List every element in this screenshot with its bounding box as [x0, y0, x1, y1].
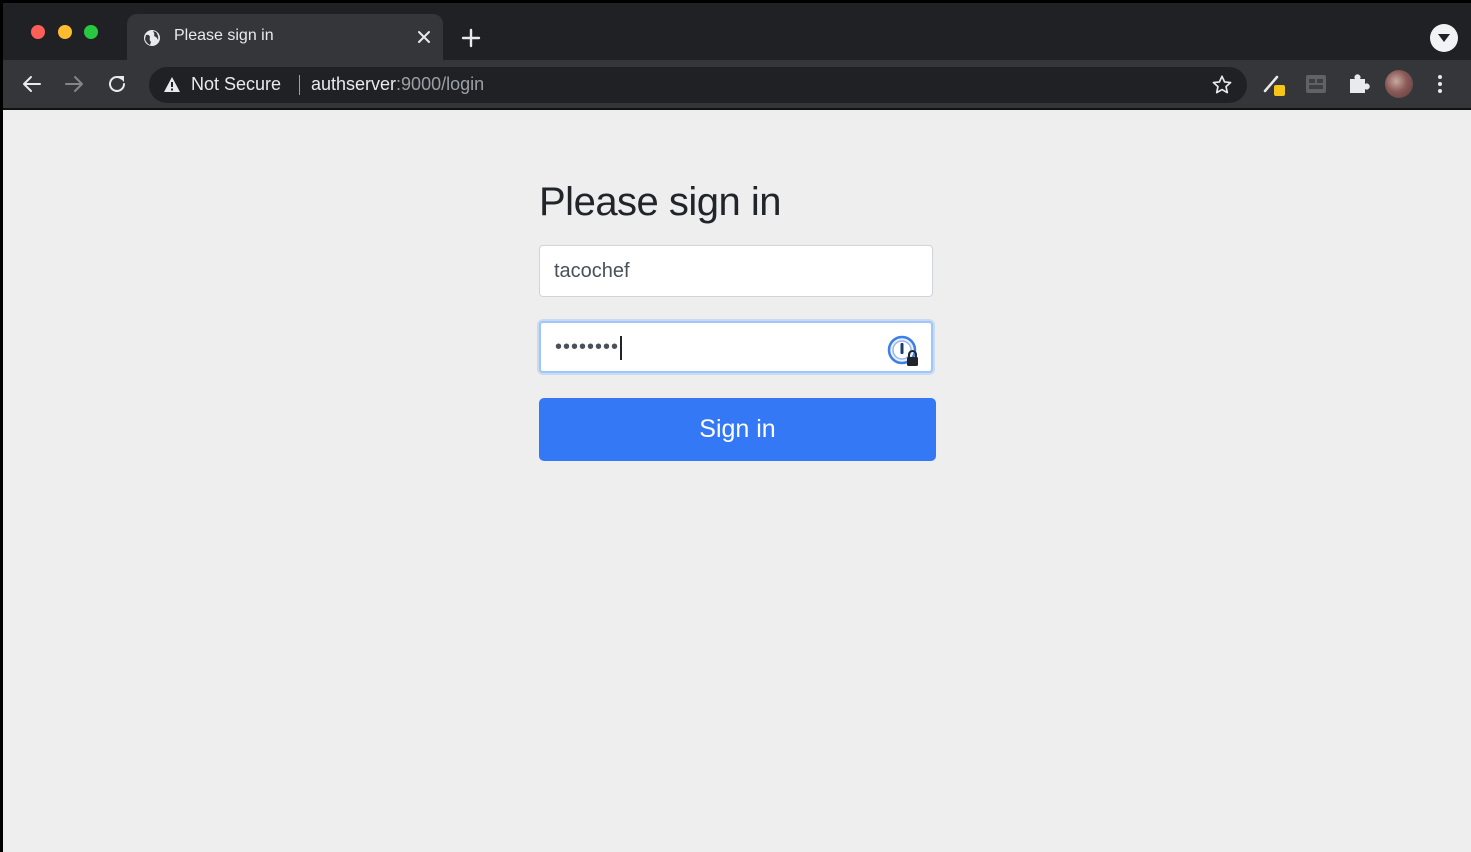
username-input[interactable]: tacochef	[539, 245, 933, 297]
password-manager-icon[interactable]	[887, 334, 921, 368]
url-path: :9000/login	[396, 74, 485, 94]
more-menu-icon[interactable]	[1433, 72, 1447, 96]
puzzle-extensions-icon[interactable]	[1345, 71, 1371, 97]
url-text[interactable]: authserver:9000/login	[311, 74, 484, 95]
browser-window: Please sign in Not Secure authserver:900…	[3, 3, 1471, 852]
grid-extension-icon[interactable]	[1303, 71, 1329, 97]
reload-icon[interactable]	[105, 72, 129, 96]
browser-toolbar: Not Secure authserver:9000/login	[3, 60, 1471, 110]
tab-title: Please sign in	[174, 27, 274, 44]
bookmark-star-icon[interactable]	[1211, 74, 1233, 96]
page-content: Please sign in tacochef •••••••• Sign in	[3, 110, 1471, 852]
url-host: authserver	[311, 74, 397, 94]
forward-arrow-icon[interactable]	[62, 72, 86, 96]
password-input[interactable]: ••••••••	[539, 321, 933, 373]
back-arrow-icon[interactable]	[20, 72, 44, 96]
window-maximize-button[interactable]	[84, 25, 98, 39]
address-bar[interactable]: Not Secure authserver:9000/login	[149, 67, 1247, 103]
pen-extension-icon[interactable]	[1261, 71, 1287, 97]
page-title: Please sign in	[539, 180, 782, 224]
chevron-down-icon	[1438, 34, 1450, 42]
password-value: ••••••••	[555, 336, 620, 358]
tab-strip: Please sign in	[3, 3, 1471, 60]
text-cursor	[620, 335, 623, 360]
security-status-label[interactable]: Not Secure	[191, 74, 281, 95]
globe-icon	[144, 30, 160, 46]
window-minimize-button[interactable]	[58, 25, 72, 39]
address-separator	[299, 75, 300, 95]
close-icon[interactable]	[415, 28, 433, 46]
sign-in-button[interactable]: Sign in	[539, 398, 936, 461]
profile-avatar[interactable]	[1385, 70, 1413, 98]
username-value: tacochef	[554, 260, 630, 282]
warning-icon[interactable]	[163, 76, 181, 94]
tab-search-button[interactable]	[1430, 24, 1458, 52]
window-close-button[interactable]	[31, 25, 45, 39]
browser-tab[interactable]: Please sign in	[127, 14, 443, 60]
new-tab-plus-icon[interactable]	[458, 25, 484, 51]
